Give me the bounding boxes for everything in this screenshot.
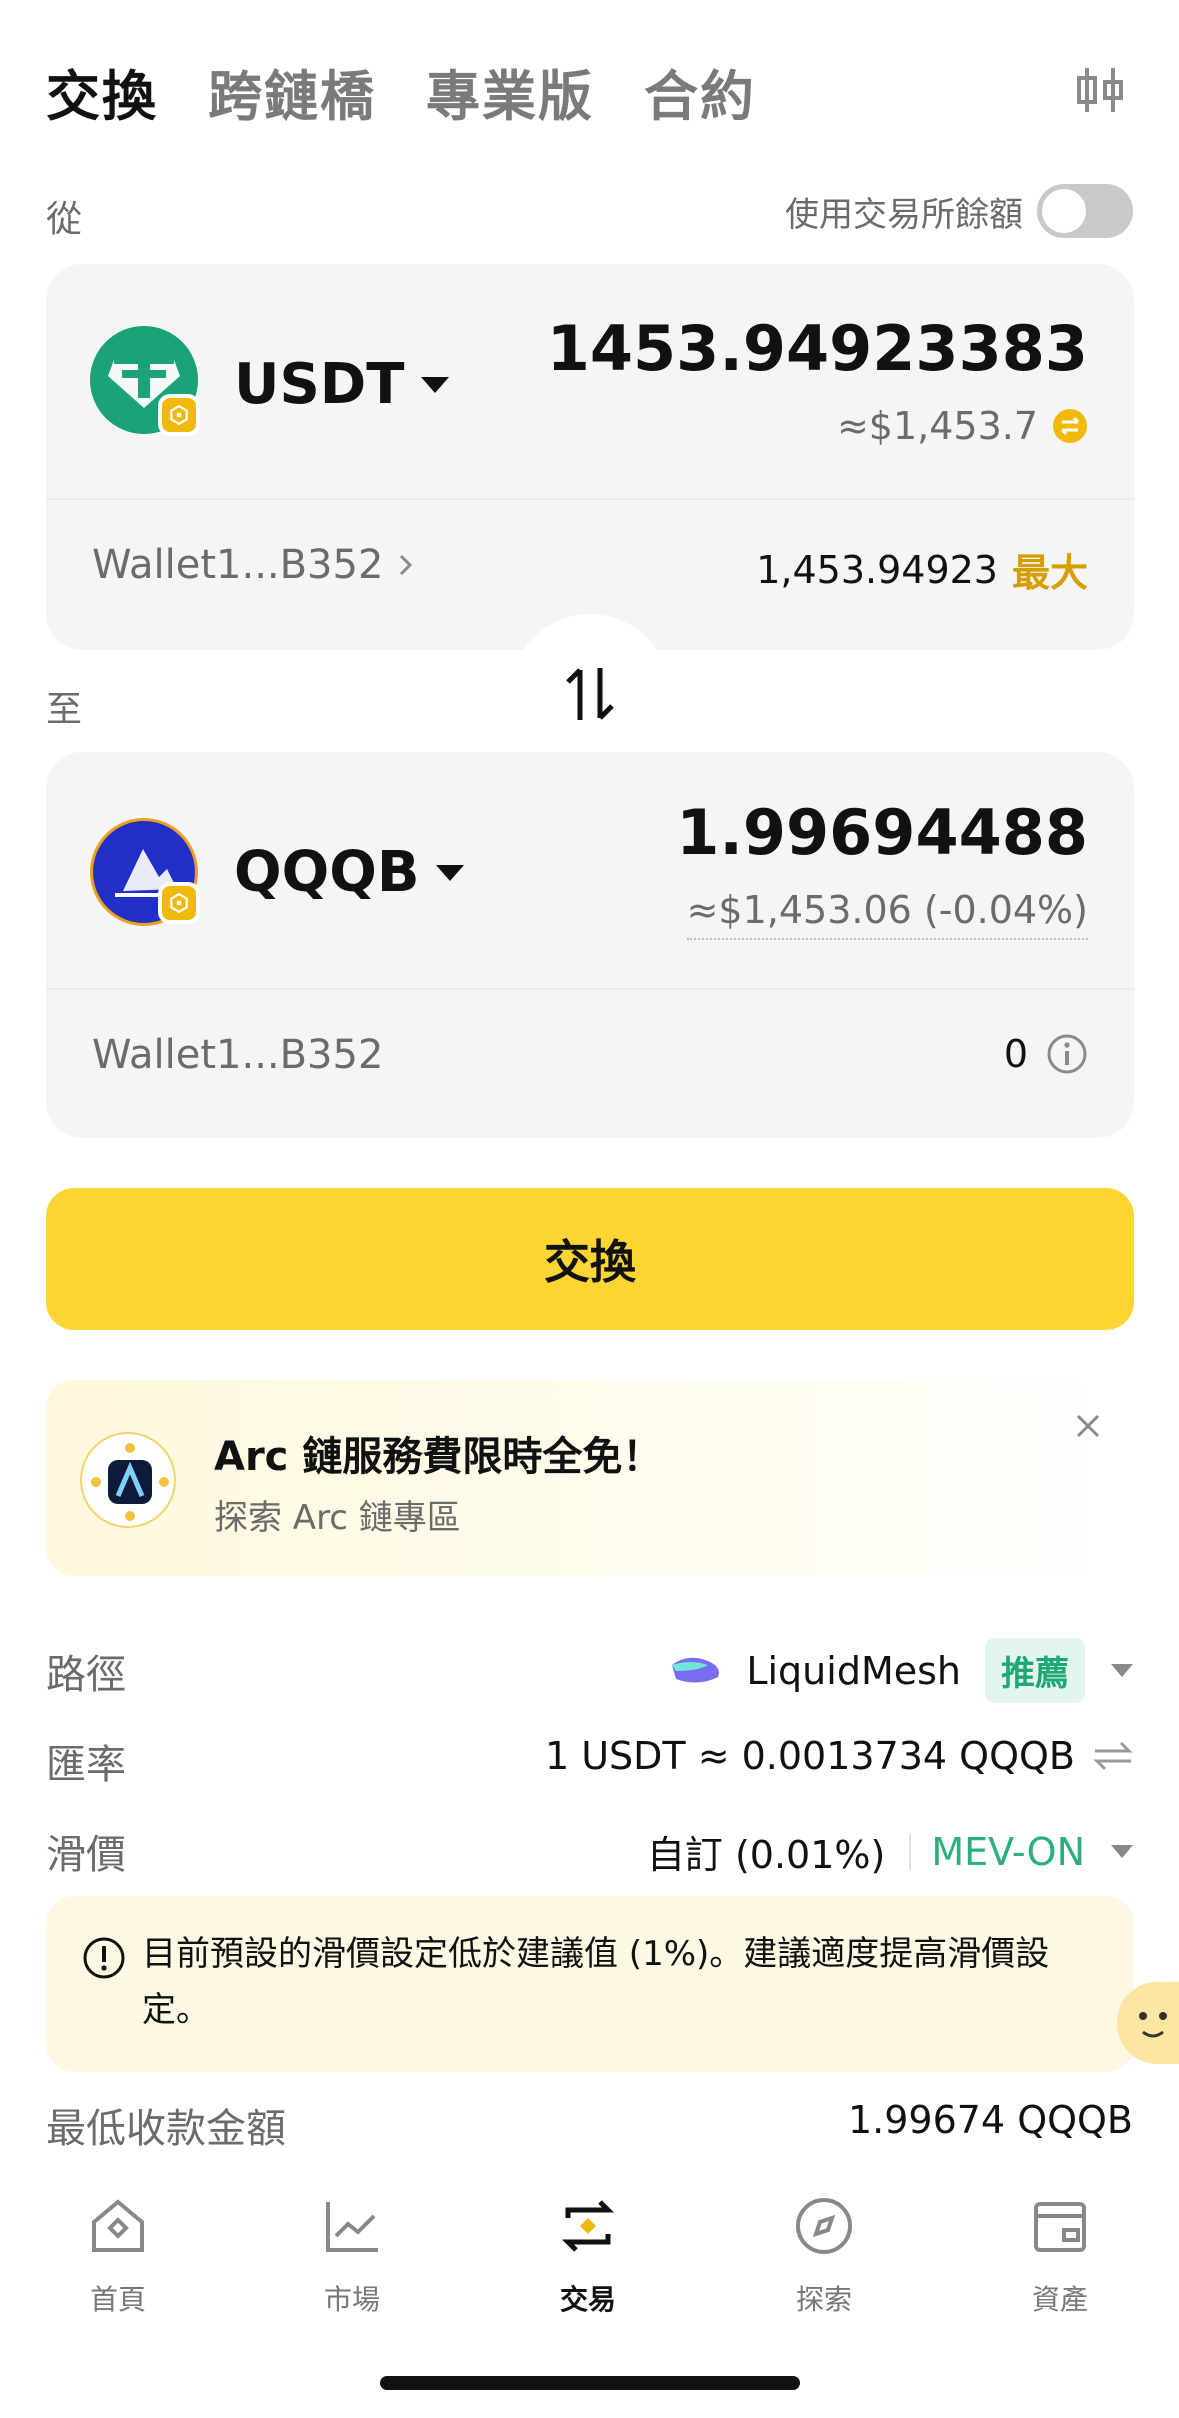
home-icon xyxy=(92,2199,144,2252)
promo-subtitle[interactable]: 探索 Arc 鏈專區 xyxy=(214,1490,461,1539)
slippage-warning: 目前預設的滑價設定低於建議值 (1%)。建議適度提高滑價設定。 xyxy=(46,1896,1134,2072)
wallet-icon xyxy=(1034,2202,1086,2252)
promo-banner[interactable]: Arc 鏈服務費限時全免！ 探索 Arc 鏈專區 xyxy=(46,1380,1134,1576)
tab-bridge[interactable]: 跨鏈橋 xyxy=(208,52,376,131)
to-wallet-name: Wallet1...B352 xyxy=(92,1032,384,1078)
max-button[interactable]: 最大 xyxy=(1012,542,1088,597)
alert-icon xyxy=(83,1937,125,1979)
home-indicator xyxy=(380,2376,800,2390)
rate-label: 匯率 xyxy=(46,1742,126,1788)
min-received-label: 最低收款金額 xyxy=(46,2106,286,2152)
to-amount: 1.99694488 xyxy=(676,796,1088,869)
swap-direction-button[interactable] xyxy=(510,614,670,774)
from-wallet-balance: 1,453.94923 最大 xyxy=(756,542,1088,597)
liquidmesh-logo-icon xyxy=(672,1657,720,1683)
slippage-label: 滑價 xyxy=(46,1832,126,1878)
tab-pro[interactable]: 專業版 xyxy=(426,52,594,131)
bnb-chain-badge-icon xyxy=(158,394,200,436)
swap-vertical-icon xyxy=(566,668,614,720)
nav-assets-label: 資產 xyxy=(1031,2283,1088,2316)
from-balance-value: 1,453.94923 xyxy=(756,547,998,592)
nav-market-label: 市場 xyxy=(323,2283,380,2316)
rate-value: 1 USDT ≈ 0.0013734 QQQB xyxy=(544,1734,1075,1778)
to-card: QQQB 1.99694488 ≈$1,453.06 (-0.04%) Wall… xyxy=(46,752,1134,1138)
to-token-symbol: QQQB xyxy=(234,840,420,905)
candlestick-icon[interactable] xyxy=(1075,62,1125,118)
slippage-warning-text: 目前預設的滑價設定低於建議值 (1%)。建議適度提高滑價設定。 xyxy=(142,1934,1050,2030)
nav-assets[interactable]: 資產 xyxy=(980,2194,1140,2318)
nav-trade[interactable]: 交易 xyxy=(508,2194,668,2318)
convert-icon[interactable] xyxy=(1052,408,1088,444)
use-exchange-balance-row: 使用交易所餘額 xyxy=(785,184,1133,238)
swap-button[interactable]: 交換 xyxy=(46,1188,1134,1330)
use-exchange-balance-label: 使用交易所餘額 xyxy=(785,194,1023,235)
route-selector[interactable]: LiquidMesh 推薦 xyxy=(668,1638,1133,1703)
slippage-value: 自訂 (0.01%) xyxy=(646,1833,886,1877)
nav-trade-label: 交易 xyxy=(559,2283,616,2316)
recommended-badge: 推薦 xyxy=(985,1638,1085,1703)
compass-icon xyxy=(796,2198,852,2254)
promo-title: Arc 鏈服務費限時全免！ xyxy=(214,1434,663,1480)
top-tabs: 交換 跨鏈橋 專業版 合約 xyxy=(46,52,806,131)
bottom-nav: 首頁 市場 交易 探索 資產 xyxy=(0,2166,1179,2326)
chevron-down-icon xyxy=(435,864,464,881)
to-wallet-balance: 0 xyxy=(1004,1032,1088,1076)
to-token-select[interactable]: QQQB xyxy=(234,840,464,905)
mev-status: MEV-ON xyxy=(931,1829,1085,1874)
chevron-down-icon xyxy=(1111,1664,1133,1677)
tab-futures[interactable]: 合約 xyxy=(644,52,756,131)
from-wallet-name: Wallet1...B352 xyxy=(92,542,384,588)
nav-home-label: 首頁 xyxy=(89,2283,146,2316)
use-exchange-balance-toggle[interactable] xyxy=(1037,184,1133,238)
min-received-value: 1.99674 QQQB xyxy=(847,2098,1133,2142)
from-token-symbol: USDT xyxy=(234,352,405,417)
tab-swap[interactable]: 交換 xyxy=(46,52,158,131)
chart-icon xyxy=(326,2202,378,2252)
swap-icon xyxy=(561,2200,615,2252)
nav-home[interactable]: 首頁 xyxy=(38,2194,198,2318)
to-fiat-value[interactable]: ≈$1,453.06 (-0.04%) xyxy=(686,888,1088,940)
route-name: LiquidMesh xyxy=(746,1648,961,1693)
close-icon[interactable] xyxy=(1068,1406,1108,1446)
rate-row: 1 USDT ≈ 0.0013734 QQQB xyxy=(545,1734,1133,1778)
slippage-selector[interactable]: 自訂 (0.01%) MEV-ON xyxy=(647,1824,1133,1879)
route-label: 路徑 xyxy=(46,1652,126,1698)
from-fiat-text: ≈$1,453.7 xyxy=(836,404,1038,448)
info-icon[interactable] xyxy=(1046,1033,1088,1075)
from-token-select[interactable]: USDT xyxy=(234,352,449,417)
to-balance-value: 0 xyxy=(1003,1032,1028,1076)
chevron-right-icon xyxy=(400,554,413,576)
from-label: 從 xyxy=(46,199,83,240)
chevron-down-icon xyxy=(1111,1845,1133,1858)
from-fiat-value: ≈$1,453.7 xyxy=(837,404,1088,448)
nav-explore-label: 探索 xyxy=(795,2283,852,2316)
swap-horizontal-icon[interactable] xyxy=(1093,1739,1133,1773)
assistant-mascot-icon[interactable] xyxy=(1117,1982,1179,2064)
from-wallet-selector[interactable]: Wallet1...B352 xyxy=(92,542,417,588)
nav-market[interactable]: 市場 xyxy=(272,2194,432,2318)
arc-logo-icon xyxy=(80,1432,176,1528)
bnb-chain-badge-icon xyxy=(158,882,200,924)
from-amount-input[interactable]: 1453.94923383 xyxy=(547,312,1088,385)
chevron-down-icon xyxy=(420,376,449,393)
to-label: 至 xyxy=(46,689,83,730)
nav-explore[interactable]: 探索 xyxy=(744,2194,904,2318)
from-card: USDT 1453.94923383 ≈$1,453.7 Wallet1...B… xyxy=(46,264,1134,650)
